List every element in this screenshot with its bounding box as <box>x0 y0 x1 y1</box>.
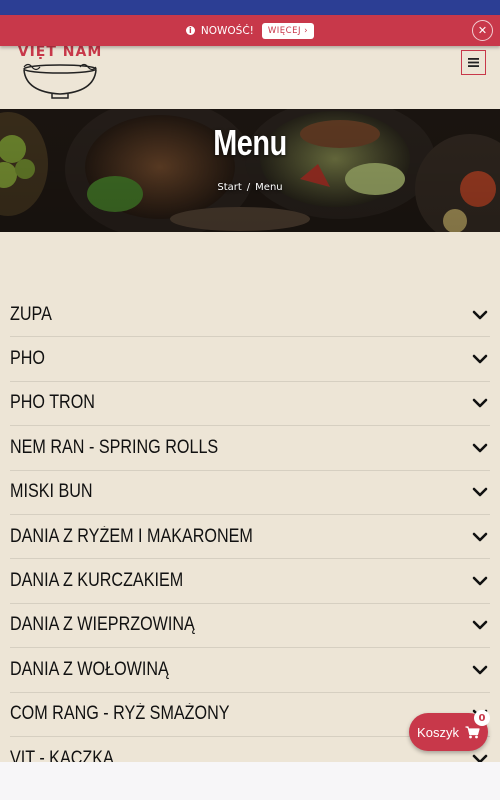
category-label: MISKI BUN <box>10 481 93 503</box>
logo[interactable]: VIỆT NAM <box>10 44 110 102</box>
chevron-down-icon <box>472 576 488 586</box>
logo-text: VIỆT NAM <box>17 44 103 60</box>
breadcrumb-separator: / <box>246 182 251 193</box>
chevron-down-icon <box>472 532 488 541</box>
cart-count-badge: 0 <box>474 710 490 726</box>
menu-categories: ZUPA PHO PHO TRON NEM RAN - SPRING ROLLS… <box>10 293 490 782</box>
chevron-down-icon <box>472 399 488 408</box>
more-button[interactable]: WIĘCEJ › <box>261 22 315 39</box>
cart-label: Koszyk <box>417 724 459 740</box>
info-icon: i <box>185 26 195 35</box>
chevron-down-icon <box>472 487 488 497</box>
breadcrumb-home-link[interactable]: Start <box>217 182 241 193</box>
category-row-pho[interactable]: PHO <box>10 337 490 382</box>
category-row-nem-ran[interactable]: NEM RAN - SPRING ROLLS <box>10 426 490 471</box>
site-header: VIỆT NAM <box>0 44 500 109</box>
category-row-miski-bun[interactable]: MISKI BUN <box>10 471 490 515</box>
category-row-ryz-makaron[interactable]: DANIA Z RYŻEM I MAKARONEM <box>10 515 490 560</box>
category-label: PHO TRON <box>10 392 95 414</box>
chevron-down-icon <box>472 665 488 675</box>
category-label: DANIA Z KURCZAKIEM <box>10 570 184 592</box>
cart-button[interactable]: Koszyk 0 <box>409 710 490 751</box>
category-label: DANIA Z RYŻEM I MAKARONEM <box>10 525 253 547</box>
category-row-wieprzowina[interactable]: DANIA Z WIEPRZOWINĄ <box>10 604 490 649</box>
category-label: NEM RAN - SPRING ROLLS <box>10 436 219 458</box>
breadcrumb: Start / Menu <box>0 182 500 193</box>
category-row-pho-tron[interactable]: PHO TRON <box>10 382 490 427</box>
cart-icon <box>465 725 480 738</box>
hamburger-icon <box>468 58 479 67</box>
bottom-bar <box>0 762 500 800</box>
chevron-down-icon <box>472 443 488 453</box>
category-label: ZUPA <box>10 303 52 325</box>
breadcrumb-current: Menu <box>255 182 283 193</box>
top-bar <box>0 0 500 15</box>
page-title: Menu <box>213 122 287 163</box>
category-row-kurczak[interactable]: DANIA Z KURCZAKIEM <box>10 559 490 604</box>
category-label: DANIA Z WIEPRZOWINĄ <box>10 614 195 636</box>
menu-toggle-button[interactable] <box>461 50 486 75</box>
news-banner: i NOWOŚĆ! WIĘCEJ › ✕ <box>0 15 500 46</box>
category-label: COM RANG - RYŻ SMAŻONY <box>10 703 230 725</box>
chevron-down-icon <box>472 310 488 319</box>
chevron-down-icon <box>472 354 488 364</box>
category-row-zupa[interactable]: ZUPA <box>10 293 490 338</box>
category-row-wolowina[interactable]: DANIA Z WOŁOWINĄ <box>10 648 490 693</box>
chevron-down-icon <box>472 621 488 630</box>
category-label: DANIA Z WOŁOWINĄ <box>10 658 169 680</box>
close-icon[interactable]: ✕ <box>472 20 493 41</box>
news-label: NOWOŚĆ! <box>200 24 254 37</box>
category-label: PHO <box>10 348 46 370</box>
